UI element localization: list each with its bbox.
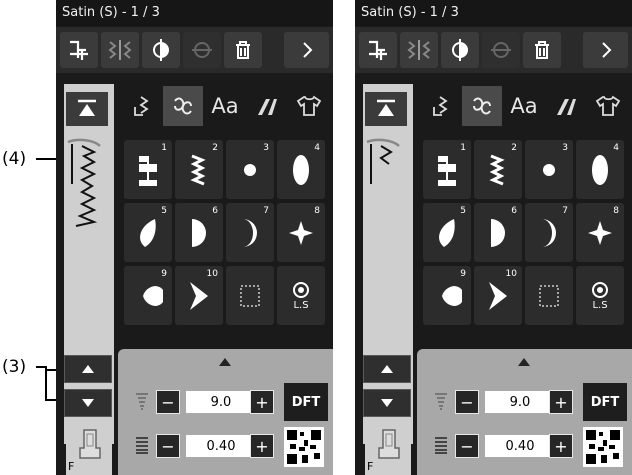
stitch-pattern-5[interactable]: 5 [423,203,471,262]
stitch-length-icon [435,437,447,454]
long-stitch-button[interactable]: L.S [277,266,325,325]
width-value: 9.0 [186,391,256,413]
stitch-preview [366,138,400,184]
edit-toolbar [355,27,632,73]
screen-title: Satin (S) - 1 / 3 [56,0,333,26]
stitch-pattern-3[interactable]: 3 [226,140,274,199]
garment-icon[interactable] [588,86,628,126]
long-stitch-label: L.S [293,300,309,311]
scroll-up-button[interactable] [363,355,411,383]
stitch-length-icon [136,437,148,454]
center-line-icon[interactable] [482,32,520,68]
length-value: 0.40 [186,435,256,457]
scroll-to-top-icon[interactable] [66,92,108,126]
length-decrease-button[interactable]: − [455,434,479,458]
callout-label-4: (4) [2,149,27,169]
next-arrow-icon[interactable] [583,32,628,68]
callout-label-3: (3) [2,357,27,377]
stitch-pattern-4[interactable]: 4 [576,140,624,199]
width-decrease-button[interactable]: − [156,390,180,414]
qr-code-icon[interactable] [284,427,324,467]
mirror-pattern-icon[interactable] [101,32,139,68]
category-tabs: Aa [415,86,632,130]
mirror-half-icon[interactable] [142,32,180,68]
stitch-pattern-8[interactable]: 8 [576,203,624,262]
decorative-stitch-icon[interactable] [462,86,502,126]
default-button[interactable]: DFT [284,383,328,421]
presser-foot-indicator: F [66,424,112,475]
edit-toolbar [56,27,333,73]
stitch-pattern-9[interactable]: 9 [423,266,471,325]
length-increase-button[interactable]: + [250,434,274,458]
presser-foot-indicator: F [365,424,411,475]
stitch-width-icon [435,393,447,410]
long-stitch-label: L.S [592,300,608,311]
delete-icon[interactable] [523,32,561,68]
stitch-pattern-2[interactable]: 2 [474,140,522,199]
stitch-pattern-7[interactable]: 7 [525,203,573,262]
center-line-icon[interactable] [183,32,221,68]
empty-pattern-slot[interactable] [226,266,274,325]
stitch-pattern-1[interactable]: 1 [124,140,172,199]
scroll-down-button[interactable] [363,389,411,417]
stitch-pattern-5[interactable]: 5 [124,203,172,262]
presser-foot-label: F [367,460,374,473]
delete-icon[interactable] [224,32,262,68]
sewing-screen-left: Satin (S) - 1 / 3 Aa 1 2 3 4 5 6 7 8 9 1… [56,0,333,475]
scroll-up-button[interactable] [64,355,112,383]
stitch-pattern-6[interactable]: 6 [175,203,223,262]
stitch-pattern-2[interactable]: 2 [175,140,223,199]
stitch-pattern-10[interactable]: 10 [175,266,223,325]
length-increase-button[interactable]: + [549,434,573,458]
expand-panel-icon[interactable] [218,357,232,367]
utility-stitch-icon[interactable] [421,86,461,126]
default-button[interactable]: DFT [583,383,627,421]
width-decrease-button[interactable]: − [455,390,479,414]
quilt-stitch-icon[interactable] [247,86,287,126]
utility-stitch-icon[interactable] [122,86,162,126]
mirror-pattern-icon[interactable] [400,32,438,68]
presser-foot-label: F [68,460,75,473]
empty-pattern-slot[interactable] [525,266,573,325]
stitch-width-icon [136,393,148,410]
expand-panel-icon[interactable] [517,357,531,367]
length-decrease-button[interactable]: − [156,434,180,458]
alphabet-icon[interactable]: Aa [205,86,245,126]
stitch-preview [67,138,101,227]
scroll-down-button[interactable] [64,389,112,417]
long-stitch-button[interactable]: L.S [576,266,624,325]
quilt-stitch-icon[interactable] [546,86,586,126]
needle-position-icon[interactable] [359,32,397,68]
screen-title: Satin (S) - 1 / 3 [355,0,632,26]
needle-position-icon[interactable] [60,32,98,68]
garment-icon[interactable] [289,86,329,126]
width-increase-button[interactable]: + [250,390,274,414]
stitch-pattern-1[interactable]: 1 [423,140,471,199]
stitch-settings-panel: − 9.0 + DFT − 0.40 + [118,349,333,475]
presser-foot-icon [378,429,400,459]
length-value: 0.40 [485,435,555,457]
category-tabs: Aa [116,86,333,130]
qr-code-icon[interactable] [583,427,623,467]
stitch-pattern-7[interactable]: 7 [226,203,274,262]
sewing-screen-right: Satin (S) - 1 / 3 Aa 1 2 3 4 5 6 7 8 9 1… [355,0,632,475]
alphabet-icon[interactable]: Aa [504,86,544,126]
stitch-settings-panel: − 9.0 + DFT − 0.40 + [417,349,632,475]
stitch-pattern-3[interactable]: 3 [525,140,573,199]
stitch-pattern-6[interactable]: 6 [474,203,522,262]
next-arrow-icon[interactable] [284,32,329,68]
mirror-half-icon[interactable] [441,32,479,68]
stitch-pattern-10[interactable]: 10 [474,266,522,325]
presser-foot-icon [79,429,101,459]
stitch-pattern-8[interactable]: 8 [277,203,325,262]
decorative-stitch-icon[interactable] [163,86,203,126]
width-value: 9.0 [485,391,555,413]
scroll-to-top-icon[interactable] [365,92,407,126]
stitch-pattern-9[interactable]: 9 [124,266,172,325]
stitch-pattern-4[interactable]: 4 [277,140,325,199]
width-increase-button[interactable]: + [549,390,573,414]
